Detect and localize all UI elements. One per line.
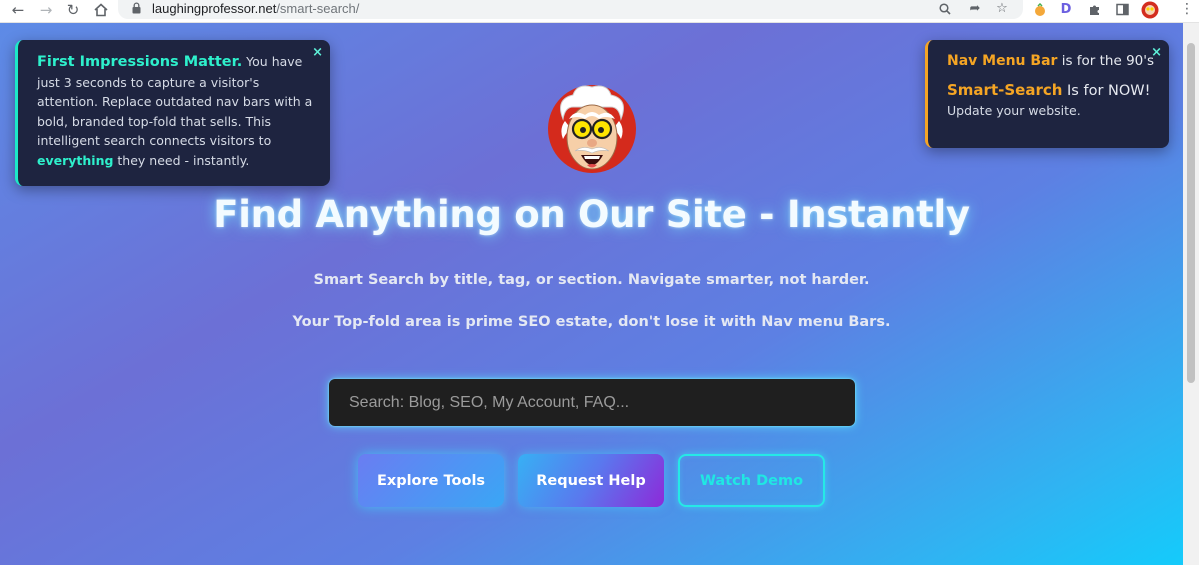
reload-icon[interactable]: ↻ [63, 1, 83, 19]
close-icon[interactable]: × [1151, 43, 1162, 63]
popup-highlight: everything [37, 152, 114, 168]
page-scrollbar[interactable] [1183, 23, 1199, 565]
url-path: /smart-search/ [276, 1, 360, 16]
extension-fruit-icon[interactable] [1031, 1, 1049, 19]
hero-subline-1: Smart Search by title, tag, or section. … [313, 272, 870, 288]
hero-subline-2: Your Top-fold area is prime SEO estate, … [292, 314, 891, 330]
home-icon[interactable] [91, 1, 111, 19]
popup-heading: First Impressions Matter. [37, 54, 243, 70]
page-viewport: × First Impressions Matter. You have jus… [0, 23, 1183, 565]
popup-highlight-nav: Nav Menu Bar [947, 53, 1058, 69]
search-box [329, 379, 855, 426]
hero-headline: Find Anything on Our Site - Instantly [213, 193, 970, 236]
close-icon[interactable]: × [312, 43, 323, 63]
zoom-icon[interactable] [935, 0, 955, 18]
url-domain: laughingprofessor.net [152, 1, 277, 16]
side-panel-icon[interactable] [1113, 1, 1131, 19]
url-text[interactable]: laughingprofessor.net/smart-search/ [152, 1, 359, 16]
extension-d-icon[interactable]: D [1057, 1, 1075, 19]
back-arrow-icon[interactable]: ← [8, 1, 28, 19]
nav-menu-popup: × Nav Menu Bar is for the 90's Smart-Sea… [925, 40, 1169, 148]
address-bar[interactable]: laughingprofessor.net/smart-search/ ➦ ☆ [118, 0, 1023, 19]
profile-avatar[interactable] [1141, 1, 1159, 19]
first-impressions-popup: × First Impressions Matter. You have jus… [15, 40, 330, 186]
watch-demo-button[interactable]: Watch Demo [678, 454, 825, 507]
forward-arrow-icon[interactable]: → [36, 1, 56, 19]
popup-line3: Update your website. [947, 103, 1081, 118]
professor-mascot-logo [548, 85, 636, 173]
search-input[interactable] [329, 379, 855, 426]
puzzle-icon[interactable] [1085, 1, 1103, 19]
popup-line1-rest: is for the 90's [1057, 53, 1155, 69]
lock-icon[interactable] [132, 2, 141, 14]
popup-highlight-smart: Smart-Search [947, 80, 1063, 99]
popup-line2: Smart-Search Is for NOW! [947, 81, 1159, 102]
star-icon[interactable]: ☆ [992, 0, 1012, 18]
popup-line1: Nav Menu Bar is for the 90's [947, 52, 1159, 72]
explore-tools-button[interactable]: Explore Tools [358, 454, 504, 507]
browser-menu-icon[interactable]: ⋮ [1180, 2, 1194, 18]
share-icon[interactable]: ➦ [965, 0, 985, 18]
popup-line2-rest: Is for NOW! [1062, 82, 1151, 99]
browser-toolbar: ← → ↻ laughingprofessor.net/smart-search… [0, 0, 1199, 23]
popup-text-part2: they need - instantly. [113, 152, 250, 168]
scrollbar-thumb[interactable] [1187, 43, 1195, 383]
request-help-button[interactable]: Request Help [518, 454, 664, 507]
